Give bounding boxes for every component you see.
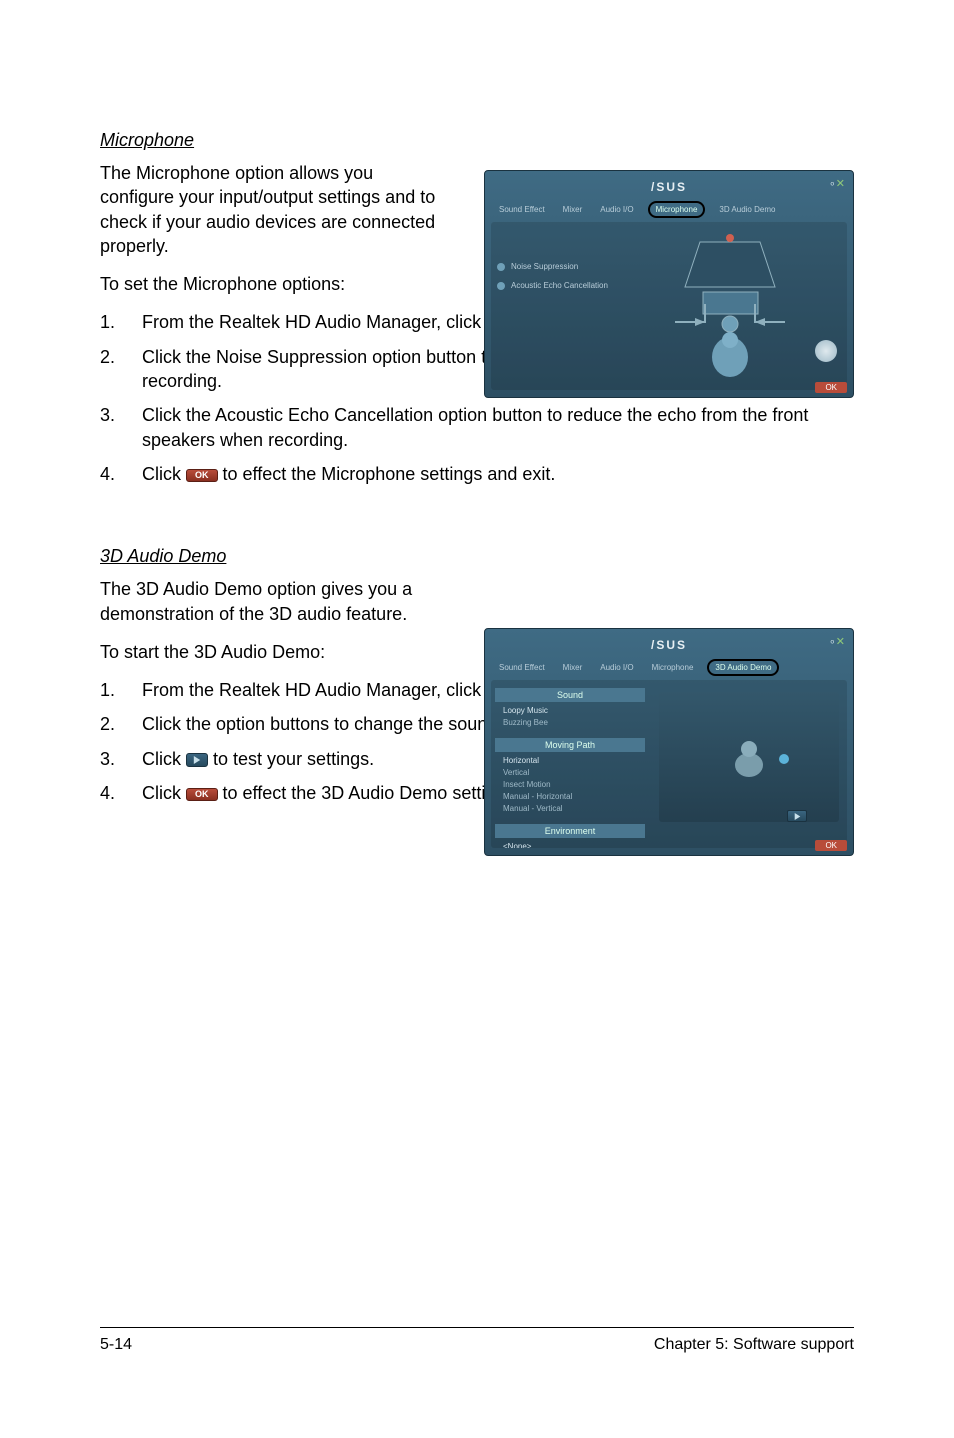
text-fragment: Click	[142, 749, 186, 769]
step-number: 3.	[100, 747, 142, 771]
step-text: Click the Acoustic Echo Cancellation opt…	[142, 403, 854, 452]
group-header-sound: Sound	[495, 688, 645, 702]
step-number: 2.	[100, 345, 142, 394]
app-body: Noise Suppression Acoustic Echo Cancella…	[491, 222, 847, 390]
group-header-environment: Environment	[495, 824, 645, 838]
step-number: 4.	[100, 781, 142, 805]
text-fragment: to test your settings.	[213, 749, 374, 769]
text-fragment: Click	[142, 783, 186, 803]
option-acoustic-echo[interactable]: Acoustic Echo Cancellation	[497, 281, 608, 290]
microphone-lead: To set the Microphone options:	[100, 272, 450, 296]
app-window: ∘✕ /SUS Sound Effect Mixer Audio I/O Mic…	[484, 628, 854, 856]
play-icon	[193, 756, 201, 764]
tab-sound-effect[interactable]: Sound Effect	[495, 661, 549, 674]
tab-bar[interactable]: Sound Effect Mixer Audio I/O Microphone …	[495, 201, 847, 218]
app-window: ∘✕ /SUS Sound Effect Mixer Audio I/O Mic…	[484, 170, 854, 398]
app-body: Sound Loopy Music Buzzing Bee Moving Pat…	[491, 680, 847, 848]
opt-manual-horizontal[interactable]: Manual - Horizontal	[503, 792, 641, 801]
tab-bar[interactable]: Sound Effect Mixer Audio I/O Microphone …	[495, 659, 847, 676]
opt-buzzing-bee[interactable]: Buzzing Bee	[503, 718, 641, 727]
sidebar: Sound Loopy Music Buzzing Bee Moving Pat…	[495, 684, 645, 848]
ok-button-inline: OK	[186, 469, 218, 482]
step-number: 1.	[100, 678, 142, 702]
section-title-3d-audio: 3D Audio Demo	[100, 546, 854, 567]
step-number: 1.	[100, 310, 142, 334]
microphone-intro: The Microphone option allows you configu…	[100, 161, 450, 258]
microphone-diagram	[645, 232, 835, 382]
ok-button-inline: OK	[186, 788, 218, 801]
option-label: Acoustic Echo Cancellation	[511, 281, 608, 290]
step-number: 4.	[100, 462, 142, 486]
opt-vertical[interactable]: Vertical	[503, 768, 641, 777]
tab-audio-io[interactable]: Audio I/O	[596, 661, 637, 674]
opt-loopy-music[interactable]: Loopy Music	[503, 706, 641, 715]
sound-options: Loopy Music Buzzing Bee	[495, 702, 645, 734]
page-number: 5-14	[100, 1336, 132, 1354]
option-label: Noise Suppression	[511, 262, 578, 271]
sound-source-icon	[779, 754, 789, 764]
step-number: 2.	[100, 712, 142, 736]
opt-horizontal[interactable]: Horizontal	[503, 756, 641, 765]
play-button-inline	[186, 753, 208, 767]
tab-3d-audio-demo[interactable]: 3D Audio Demo	[707, 659, 779, 676]
section-title-microphone: Microphone	[100, 130, 854, 151]
tab-mixer[interactable]: Mixer	[559, 203, 587, 216]
3d-audio-lead: To start the 3D Audio Demo:	[100, 640, 450, 664]
ok-button[interactable]: OK	[815, 840, 847, 851]
ok-button[interactable]: OK	[815, 382, 847, 393]
play-icon	[794, 813, 801, 820]
step-text: Click OK to effect the Microphone settin…	[142, 462, 854, 486]
opt-insect-motion[interactable]: Insect Motion	[503, 780, 641, 789]
opt-manual-vertical[interactable]: Manual - Vertical	[503, 804, 641, 813]
step-number: 3.	[100, 403, 142, 452]
tab-sound-effect[interactable]: Sound Effect	[495, 203, 549, 216]
chapter-label: Chapter 5: Software support	[654, 1336, 854, 1354]
tab-microphone[interactable]: Microphone	[648, 201, 706, 218]
path-options: Horizontal Vertical Insect Motion Manual…	[495, 752, 645, 820]
listener-icon	[729, 737, 769, 777]
radio-icon	[497, 263, 505, 271]
page-footer: 5-14 Chapter 5: Software support	[100, 1327, 854, 1354]
opt-none[interactable]: <None>	[503, 842, 641, 848]
tab-3d-audio-demo[interactable]: 3D Audio Demo	[715, 203, 779, 216]
tab-mixer[interactable]: Mixer	[559, 661, 587, 674]
group-header-path: Moving Path	[495, 738, 645, 752]
option-list: Noise Suppression Acoustic Echo Cancella…	[497, 262, 608, 300]
preview-pane	[659, 692, 839, 822]
option-noise-suppression[interactable]: Noise Suppression	[497, 262, 608, 271]
asus-logo: /SUS	[651, 180, 687, 194]
tab-audio-io[interactable]: Audio I/O	[596, 203, 637, 216]
screenshot-3d-audio: ∘✕ /SUS Sound Effect Mixer Audio I/O Mic…	[484, 628, 854, 856]
asus-logo: /SUS	[651, 638, 687, 652]
screenshot-microphone: ∘✕ /SUS Sound Effect Mixer Audio I/O Mic…	[484, 170, 854, 398]
play-button[interactable]	[787, 810, 807, 822]
text-fragment: Click	[142, 464, 186, 484]
environment-options: <None> Bathroom Stone Corridor	[495, 838, 645, 848]
3d-audio-intro: The 3D Audio Demo option gives you a dem…	[100, 577, 450, 626]
text-fragment: to effect the Microphone settings and ex…	[223, 464, 556, 484]
gear-icon[interactable]	[815, 340, 837, 362]
tab-microphone[interactable]: Microphone	[648, 661, 698, 674]
radio-icon	[497, 282, 505, 290]
